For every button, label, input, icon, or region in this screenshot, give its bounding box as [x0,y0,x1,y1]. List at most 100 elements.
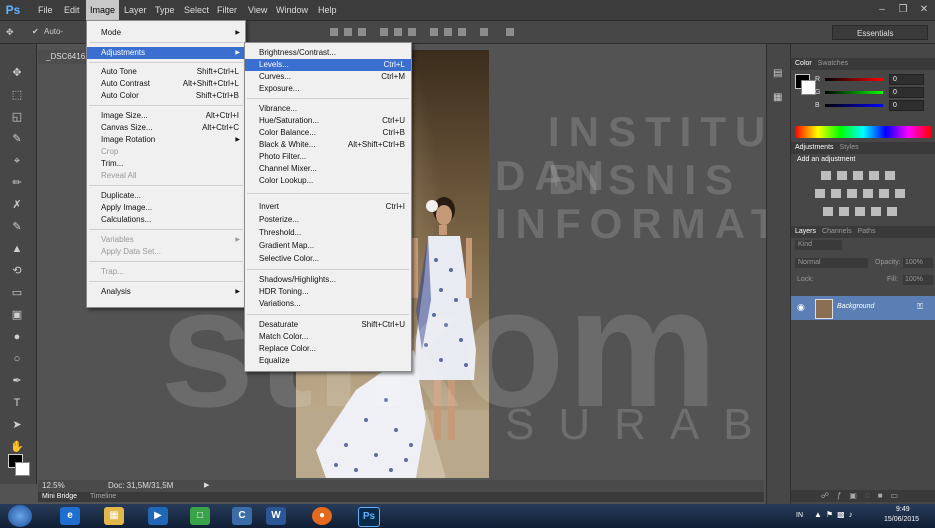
menu-item-vibrance[interactable]: Vibrance... [245,103,411,115]
gradient-icon[interactable]: ▣ [6,308,28,322]
type-icon[interactable]: T [6,396,28,410]
tab-styles[interactable]: Styles [840,144,859,151]
menu-type[interactable]: Type [151,0,179,20]
g-value[interactable]: 0 [889,87,924,98]
menu-item-invert[interactable]: Invert Ctrl+I [245,201,411,213]
menu-item-selective-color[interactable]: Selective Color... [245,253,411,265]
menu-item-duplicate[interactable]: Duplicate... [87,190,245,202]
menu-image[interactable]: Image [86,0,120,20]
menu-window[interactable]: Window [272,0,312,20]
tab-timeline[interactable]: Timeline [90,492,116,502]
menu-item-analysis[interactable]: Analysis ▶ [87,286,245,298]
menu-item-adjustments[interactable]: Adjustments ▶ [87,47,245,59]
g-slider[interactable] [825,91,883,94]
hand-icon[interactable]: ✋ [6,440,28,454]
tab-color[interactable]: Color [795,60,812,67]
menu-view[interactable]: View [244,0,271,20]
ie-icon[interactable]: e [60,507,80,525]
explorer-icon[interactable]: ▦ [104,507,124,525]
marquee-icon[interactable]: ⬚ [6,88,28,102]
language-indicator[interactable]: IN [796,512,803,519]
menu-item-levels[interactable]: Levels... Ctrl+L [245,59,411,71]
path-select-icon[interactable]: ➤ [6,418,28,432]
menu-item-exposure[interactable]: Exposure... [245,83,411,95]
menu-item-desaturate[interactable]: Desaturate Shift+Ctrl+U [245,319,411,331]
menu-select[interactable]: Select [180,0,213,20]
tab-mini-bridge[interactable]: Mini Bridge [42,492,77,502]
menu-item-black-white[interactable]: Black & White... Alt+Shift+Ctrl+B [245,139,411,151]
menu-item-auto-tone[interactable]: Auto Tone Shift+Ctrl+L [87,66,245,78]
b-value[interactable]: 0 [889,100,924,111]
color-spectrum[interactable] [795,126,931,138]
chrome-like-icon[interactable]: C [232,507,252,525]
app-green-icon[interactable]: □ [190,507,210,525]
tab-paths[interactable]: Paths [858,228,876,235]
menu-item-channel-mixer[interactable]: Channel Mixer... [245,163,411,175]
firefox-icon[interactable]: ● [312,507,332,525]
menu-item-calculations[interactable]: Calculations... [87,214,245,226]
clock-date[interactable]: 15/06/2015 [884,516,919,523]
tab-adjustments[interactable]: Adjustments [795,144,834,151]
document-tab[interactable]: _DSC6416.jp [38,50,94,64]
menu-item-hue-saturation[interactable]: Hue/Saturation... Ctrl+U [245,115,411,127]
r-value[interactable]: 0 [889,74,924,85]
menu-item-match-color[interactable]: Match Color... [245,331,411,343]
layer-visibility-eye-icon[interactable]: ◉ [797,302,805,313]
blend-mode-select[interactable]: Normal [795,258,868,268]
menu-file[interactable]: File [34,0,57,20]
align-buttons[interactable] [330,27,520,37]
status-arrow-icon[interactable]: ▶ [204,480,209,492]
menu-item-image-size[interactable]: Image Size... Alt+Ctrl+I [87,110,245,122]
menu-item-photo-filter[interactable]: Photo Filter... [245,151,411,163]
healing-brush-icon[interactable]: ✗ [6,198,28,212]
background-color-swatch[interactable] [15,462,30,476]
eraser-icon[interactable]: ▭ [6,286,28,300]
move-tool-icon[interactable]: ✥ [6,26,24,38]
menu-item-posterize[interactable]: Posterize... [245,214,411,226]
menu-item-variations[interactable]: Variations... [245,298,411,310]
fill-field[interactable]: 100% [903,275,933,285]
menu-item-brightness-contrast[interactable]: Brightness/Contrast... [245,47,411,59]
workspace-select[interactable]: Essentials [832,25,928,40]
menu-item-shadows-highlights[interactable]: Shadows/Highlights... [245,274,411,286]
dodge-icon[interactable]: ○ [6,352,28,366]
tab-layers[interactable]: Layers [795,228,816,235]
menu-filter[interactable]: Filter [213,0,241,20]
auto-select-checkbox[interactable]: ✔ [32,26,44,38]
menu-item-auto-color[interactable]: Auto Color Shift+Ctrl+B [87,90,245,102]
opacity-field[interactable]: 100% [903,258,933,268]
layer-row-background[interactable]: ◉ Background ⚿ [791,296,935,320]
menu-help[interactable]: Help [314,0,341,20]
blur-icon[interactable]: ● [6,330,28,344]
tab-channels[interactable]: Channels [822,228,852,235]
clone-stamp-icon[interactable]: ▲ [6,242,28,256]
layer-filter-kind[interactable]: Kind [795,240,842,250]
lasso-icon[interactable]: ◱ [6,110,28,124]
word-icon[interactable]: W [266,507,286,525]
menu-edit[interactable]: Edit [60,0,84,20]
properties-panel-icon[interactable]: ▦ [773,92,782,103]
menu-item-color-lookup[interactable]: Color Lookup... [245,175,411,187]
history-brush-icon[interactable]: ⟲ [6,264,28,278]
menu-item-mode[interactable]: Mode ▶ [87,27,245,39]
tab-swatches[interactable]: Swatches [818,60,848,67]
menu-item-canvas-size[interactable]: Canvas Size... Alt+Ctrl+C [87,122,245,134]
layers-footer-icons[interactable]: ☍ƒ▣◌■▭ [791,490,935,502]
crop-icon[interactable]: ⌖ [6,154,28,168]
menu-item-apply-image[interactable]: Apply Image... [87,202,245,214]
quick-select-icon[interactable]: ✎ [6,132,28,146]
pen-icon[interactable]: ✒ [6,374,28,388]
eyedropper-icon[interactable]: ✏ [6,176,28,190]
photoshop-taskbar-icon[interactable]: Ps [358,507,380,527]
close-icon[interactable]: ✕ [914,3,934,17]
menu-item-auto-contrast[interactable]: Auto Contrast Alt+Shift+Ctrl+L [87,78,245,90]
menu-item-image-rotation[interactable]: Image Rotation ▶ [87,134,245,146]
menu-item-trim[interactable]: Trim... [87,158,245,170]
menu-item-curves[interactable]: Curves... Ctrl+M [245,71,411,83]
menu-item-color-balance[interactable]: Color Balance... Ctrl+B [245,127,411,139]
brush-icon[interactable]: ✎ [6,220,28,234]
layer-name[interactable]: Background [837,303,874,310]
menu-item-equalize[interactable]: Equalize [245,355,411,367]
restore-icon[interactable]: ❐ [893,3,913,17]
menu-item-threshold[interactable]: Threshold... [245,227,411,239]
